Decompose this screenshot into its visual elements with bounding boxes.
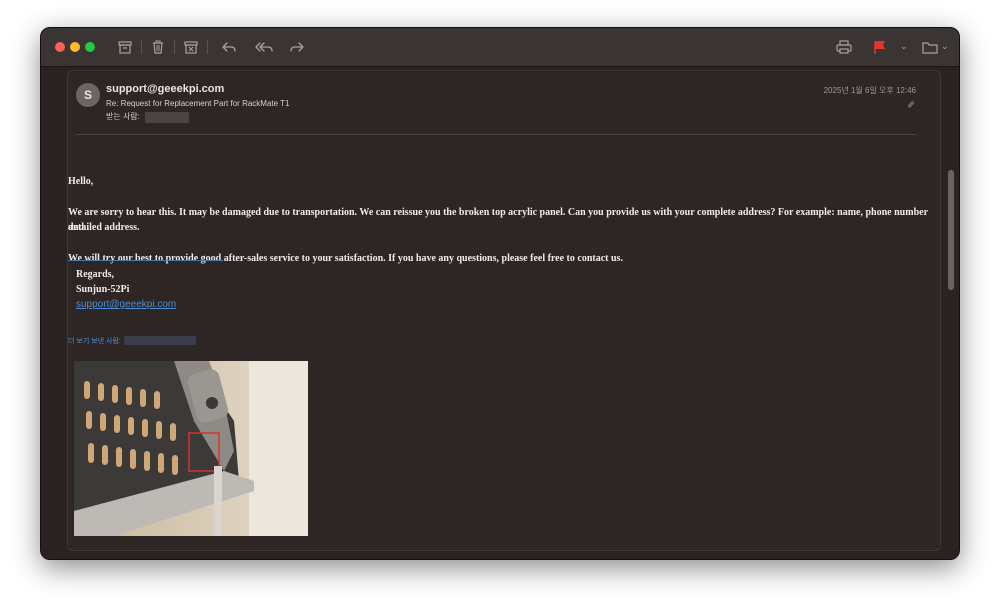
print-icon[interactable]: [835, 39, 853, 55]
toolbar-separator: [207, 40, 208, 54]
folder-icon[interactable]: [921, 39, 939, 55]
vertical-scrollbar[interactable]: [947, 70, 955, 549]
toolbar: ⌄ ⌄: [41, 28, 959, 67]
message-pane: S support@geeekpi.com Re: Request for Re…: [67, 70, 941, 551]
signature-email-link[interactable]: support@geeekpi.com: [76, 299, 176, 310]
email-subject: Re: Request for Replacement Part for Rac…: [106, 99, 290, 108]
sender-address[interactable]: support@geeekpi.com: [106, 83, 224, 95]
close-window-button[interactable]: [55, 42, 65, 52]
move-menu-chevron-icon[interactable]: ⌄: [941, 42, 949, 52]
mail-window: ⌄ ⌄ S support@geeekpi.com Re: Request fo…: [40, 27, 960, 560]
header-divider: [76, 134, 916, 135]
redacted-sender: [124, 336, 196, 345]
attachment-icon: [908, 100, 915, 108]
signature-name: Sunjun-52Pi: [76, 284, 130, 295]
reply-all-icon[interactable]: [253, 39, 275, 55]
signature-regards: Regards,: [76, 269, 115, 280]
trash-icon[interactable]: [149, 39, 167, 55]
signature-divider: [68, 260, 223, 261]
body-paragraph-1-line-1: We are sorry to hear this. It may be dam…: [68, 207, 928, 233]
toolbar-separator: [174, 40, 175, 54]
forward-icon[interactable]: [288, 39, 306, 55]
more-sender-link[interactable]: 더 보기 보낸 사람:: [68, 336, 121, 346]
scrollbar-thumb[interactable]: [948, 170, 954, 290]
attachment-photo: [74, 361, 308, 536]
junk-icon[interactable]: [182, 39, 200, 55]
body-paragraph-1-line-2: detailed address.: [68, 222, 140, 233]
avatar: S: [76, 83, 100, 107]
archive-icon[interactable]: [116, 39, 134, 55]
recipient-label: 받는 사람:: [106, 112, 140, 121]
minimize-window-button[interactable]: [70, 42, 80, 52]
flag-menu-chevron-icon[interactable]: ⌄: [900, 42, 908, 52]
toolbar-separator: [141, 40, 142, 54]
flag-icon[interactable]: [871, 39, 889, 55]
email-datetime: 2025년 1월 6일 오후 12:46: [823, 86, 916, 95]
body-paragraph-2: We will try our best to provide good aft…: [68, 253, 623, 264]
attachment-image[interactable]: [74, 361, 308, 536]
greeting: Hello,: [68, 176, 94, 187]
redacted-recipient: [145, 112, 189, 123]
zoom-window-button[interactable]: [85, 42, 95, 52]
reply-icon[interactable]: [220, 39, 238, 55]
